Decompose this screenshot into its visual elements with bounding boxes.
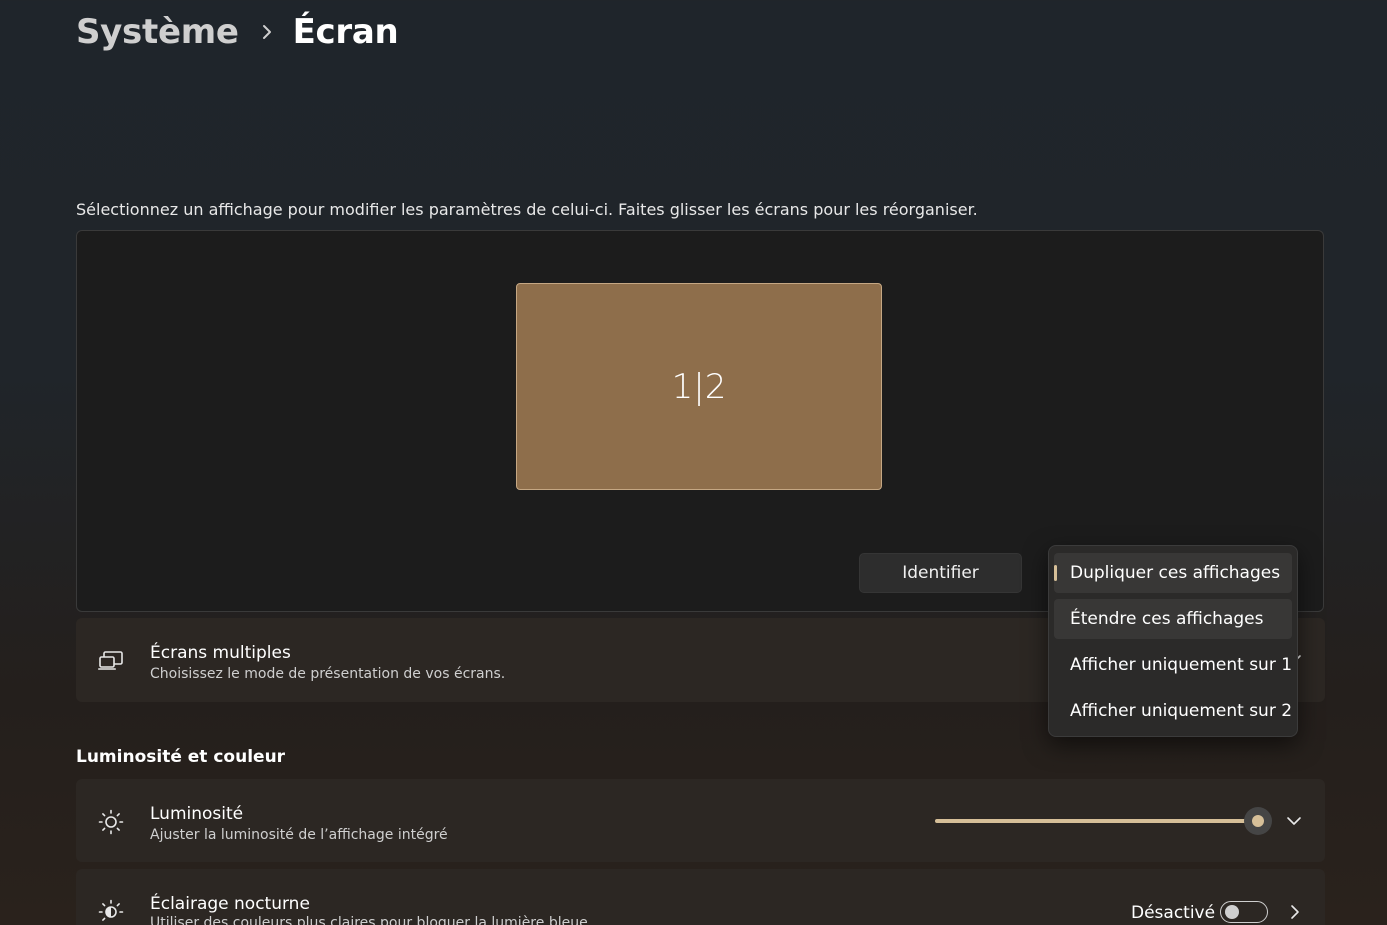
multiple-displays-icon [98,650,124,676]
sun-icon [98,809,124,839]
dropdown-option-duplicate[interactable]: Dupliquer ces affichages [1054,553,1292,593]
night-light-icon [98,899,124,925]
night-light-card[interactable]: Éclairage nocturne Utiliser des couleurs… [76,869,1325,925]
chevron-right-icon[interactable] [1290,904,1300,920]
multiple-displays-subtitle: Choisissez le mode de présentation de vo… [150,666,506,682]
display-mode-dropdown: Dupliquer ces affichages Étendre ces aff… [1048,545,1298,737]
brightness-slider-track[interactable] [935,819,1259,823]
dropdown-option-show-only-2[interactable]: Afficher uniquement sur 2 [1054,691,1292,731]
night-light-state-label: Désactivé [1131,903,1216,923]
slider-thumb-dot [1252,815,1264,827]
toggle-knob [1225,905,1239,919]
dropdown-option-label: Étendre ces affichages [1070,609,1264,629]
dropdown-option-extend[interactable]: Étendre ces affichages [1054,599,1292,639]
page-title: Écran [292,12,399,52]
brightness-slider-thumb[interactable] [1244,807,1272,835]
selection-indicator [1054,565,1057,581]
dropdown-option-label: Dupliquer ces affichages [1070,563,1281,583]
monitor-label: 1|2 [671,366,727,407]
monitor-tile[interactable]: 1|2 [516,283,882,490]
night-light-toggle[interactable] [1220,901,1268,923]
section-heading-brightness-color: Luminosité et couleur [76,747,286,767]
identify-button[interactable]: Identifier [859,553,1022,593]
dropdown-option-label: Afficher uniquement sur 1 [1070,655,1293,675]
brightness-title: Luminosité [150,804,244,824]
dropdown-option-label: Afficher uniquement sur 2 [1070,701,1293,721]
chevron-right-icon [261,23,273,41]
brightness-subtitle: Ajuster la luminosité de l’affichage int… [150,827,448,843]
breadcrumb-parent[interactable]: Système [76,12,239,52]
night-light-subtitle: Utiliser des couleurs plus claires pour … [150,915,588,925]
dropdown-option-show-only-1[interactable]: Afficher uniquement sur 1 [1054,645,1292,685]
night-light-title: Éclairage nocturne [150,894,310,914]
multiple-displays-title: Écrans multiples [150,643,291,663]
chevron-down-icon[interactable] [1286,816,1302,826]
brightness-card: Luminosité Ajuster la luminosité de l’af… [76,779,1325,862]
arrangement-instructions: Sélectionnez un affichage pour modifier … [76,200,978,219]
breadcrumb: Système Écran [76,12,399,52]
